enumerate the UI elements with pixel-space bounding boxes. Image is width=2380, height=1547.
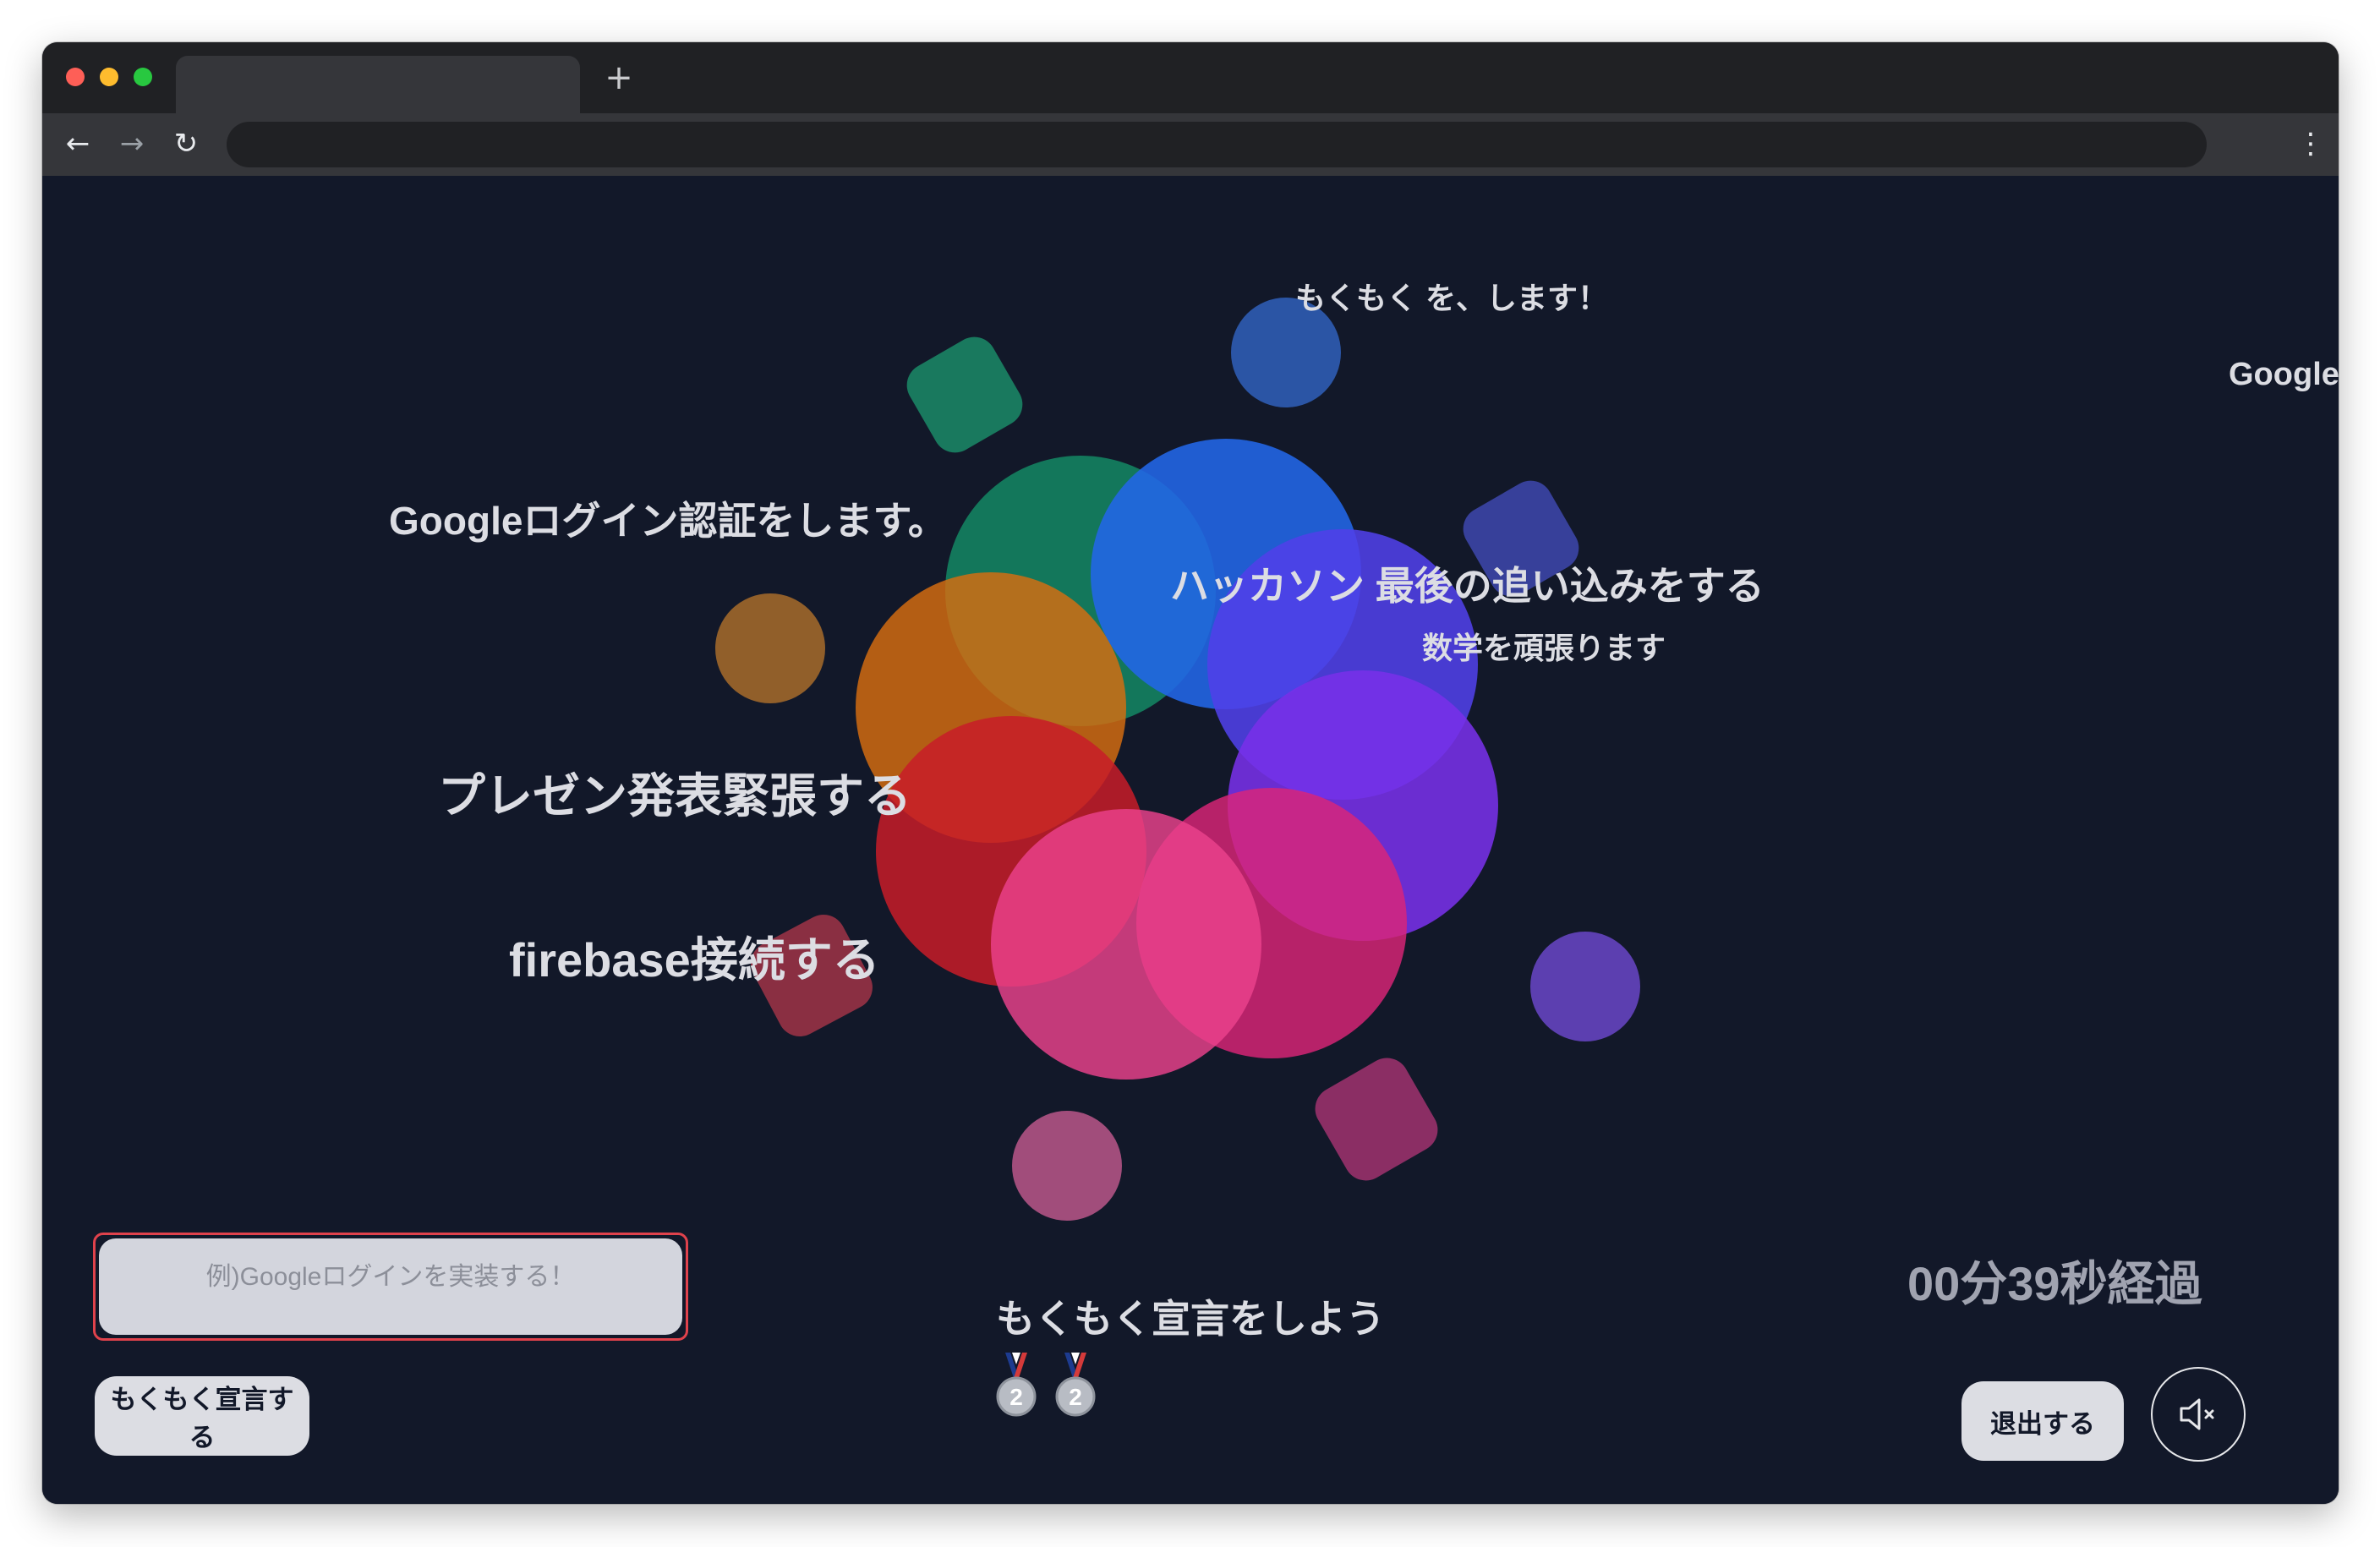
circle-decoration bbox=[991, 809, 1261, 1080]
browser-window: + ← → ↻ ⋮ もくもく を、します！ Google Googleログイン認… bbox=[42, 42, 2339, 1504]
app-canvas: もくもく を、します！ Google Googleログイン認証をします。 ハッカ… bbox=[42, 176, 2339, 1504]
reload-icon[interactable]: ↻ bbox=[167, 125, 205, 162]
floating-declaration: ハッカソン 最後の追い込みをする bbox=[1170, 564, 1764, 608]
address-bar[interactable] bbox=[227, 122, 2207, 167]
circle-decoration bbox=[1012, 1111, 1122, 1221]
elapsed-timer: 00分39秒経過 bbox=[1907, 1257, 2202, 1310]
active-tab[interactable] bbox=[176, 56, 580, 113]
floating-declaration: もくもく を、します！ bbox=[1295, 281, 1609, 315]
back-arrow-icon[interactable]: ← bbox=[59, 125, 96, 162]
browser-menu-icon[interactable]: ⋮ bbox=[2296, 125, 2325, 162]
floating-declaration: プレゼン発表緊張する bbox=[438, 769, 911, 823]
rounded-square-decoration bbox=[1307, 1050, 1446, 1189]
silver-medal-icon: 2 bbox=[996, 1353, 1037, 1417]
medal-rank: 2 bbox=[1069, 1384, 1082, 1410]
silver-medal-icon: 2 bbox=[1055, 1353, 1096, 1417]
mute-toggle-button[interactable] bbox=[2151, 1367, 2246, 1462]
speaker-muted-icon bbox=[2180, 1398, 2214, 1430]
floating-declaration: Googleログイン認証をします。 bbox=[389, 499, 947, 543]
rounded-square-decoration bbox=[899, 329, 1031, 461]
new-tab-icon[interactable]: + bbox=[600, 59, 637, 96]
floating-declaration: 数学を頑張ります bbox=[1422, 631, 1666, 665]
close-window-button[interactable] bbox=[66, 68, 85, 86]
minimize-window-button[interactable] bbox=[100, 68, 118, 86]
browser-toolbar: ← → ↻ ⋮ bbox=[42, 113, 2339, 176]
circle-decoration bbox=[715, 593, 825, 703]
floating-declaration: Google bbox=[2229, 357, 2339, 392]
declare-button[interactable]: もくもく宣言する bbox=[95, 1376, 309, 1456]
medal-rank: 2 bbox=[1009, 1384, 1023, 1410]
forward-arrow-icon[interactable]: → bbox=[113, 125, 150, 162]
prompt-text: もくもく宣言をしよう bbox=[996, 1297, 1385, 1341]
floating-declaration: firebase接続する bbox=[509, 933, 880, 987]
exit-button[interactable]: 退出する bbox=[1961, 1381, 2124, 1461]
tab-bar: + bbox=[42, 42, 2339, 113]
circle-decoration bbox=[1530, 932, 1640, 1041]
maximize-window-button[interactable] bbox=[134, 68, 152, 86]
